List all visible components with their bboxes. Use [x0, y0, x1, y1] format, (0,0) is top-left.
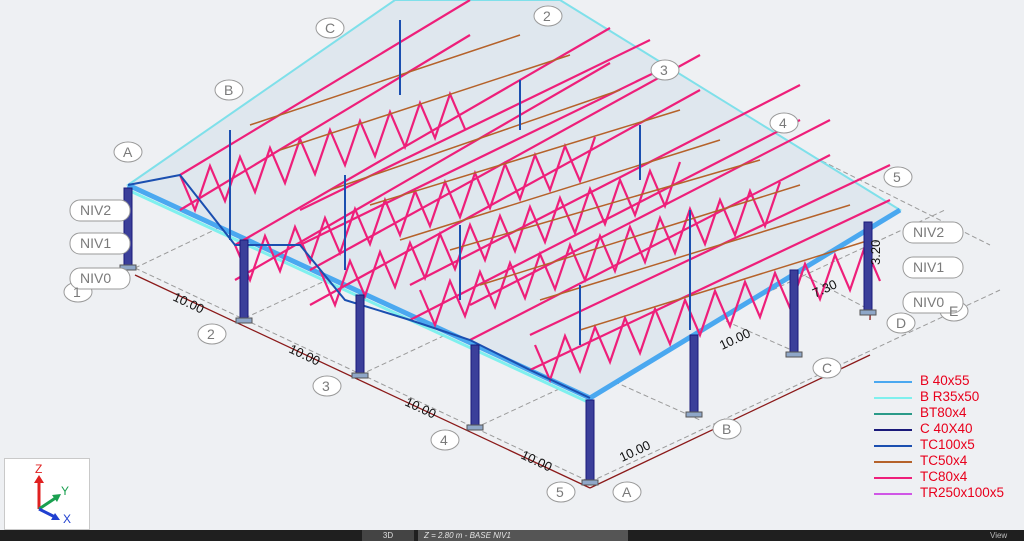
axis-triad[interactable]: Z Y X: [4, 458, 90, 530]
legend-swatch: [874, 477, 912, 479]
legend-swatch: [874, 445, 912, 447]
legend-label: TC50x4: [920, 453, 968, 468]
legend-label: TC80x4: [920, 469, 968, 484]
grid-label-c-top: C: [325, 20, 335, 36]
level-niv1-right: NIV1: [913, 259, 944, 275]
legend-label: B R35x50: [920, 389, 980, 404]
model-viewport[interactable]: A B C 2 3 4 5 1 2 3 4 5 A B C D E NIV2 N…: [0, 0, 1024, 530]
legend-row: B R35x50: [872, 389, 1022, 405]
axis-y-label: Y: [61, 484, 69, 498]
legend-swatch: [874, 397, 912, 399]
axis-z-label: Z: [35, 462, 42, 476]
legend-label: B 40x55: [920, 373, 970, 388]
grid-label-2-top: 2: [543, 8, 551, 24]
grid-label-1: 1: [73, 284, 81, 300]
legend-label: BT80x4: [920, 405, 967, 420]
grid-label-4-top: 4: [779, 115, 787, 131]
legend-swatch: [874, 429, 912, 431]
grid-label-e: E: [949, 303, 958, 319]
legend-swatch: [874, 381, 912, 383]
level-niv0-left: NIV0: [80, 270, 111, 286]
dim-depth: 7.30: [810, 276, 839, 300]
legend-row: TC50x4: [872, 453, 1022, 469]
grid-label-3: 3: [322, 378, 330, 394]
grid-label-a-top: A: [123, 144, 133, 160]
grid-label-b-top: B: [224, 82, 233, 98]
axis-triad-icon: Z Y X: [34, 462, 71, 526]
axis-x-label: X: [63, 512, 71, 526]
grid-label-2: 2: [207, 326, 215, 342]
view-3d-tab[interactable]: 3D: [362, 530, 414, 541]
section-legend: B 40x55 B R35x50 BT80x4 C 40X40 TC100x5 …: [872, 373, 1022, 501]
legend-row: BT80x4: [872, 405, 1022, 421]
legend-label: TR250x100x5: [920, 485, 1005, 500]
legend-label: C 40X40: [920, 421, 973, 436]
dim-span-3: 10.00: [403, 394, 439, 421]
grid-label-4: 4: [440, 432, 448, 448]
legend-row: C 40X40: [872, 421, 1022, 437]
roof-deck: [125, 0, 902, 405]
grid-label-5: 5: [556, 484, 564, 500]
status-bar: 3D Z = 2.80 m - BASE NIV1 View: [0, 530, 1024, 541]
level-niv2-left: NIV2: [80, 202, 111, 218]
legend-swatch: [874, 413, 912, 415]
grid-label-3-top: 3: [660, 62, 668, 78]
structure-3d-view[interactable]: A B C 2 3 4 5 1 2 3 4 5 A B C D E NIV2 N…: [0, 0, 1024, 530]
legend-row: TR250x100x5: [872, 485, 1022, 501]
level-niv2-right: NIV2: [913, 224, 944, 240]
view-label[interactable]: View: [990, 530, 1018, 541]
level-niv0-right: NIV0: [913, 294, 944, 310]
legend-row: TC100x5: [872, 437, 1022, 453]
grid-label-b: B: [722, 421, 731, 437]
dim-span-2: 10.00: [287, 341, 323, 368]
dim-span-4: 10.00: [519, 447, 555, 474]
z-level-info: Z = 2.80 m - BASE NIV1: [418, 530, 628, 541]
grid-label-d: D: [896, 315, 906, 331]
level-niv1-left: NIV1: [80, 235, 111, 251]
legend-label: TC100x5: [920, 437, 975, 452]
grid-label-5-top: 5: [893, 169, 901, 185]
legend-row: TC80x4: [872, 469, 1022, 485]
legend-swatch: [874, 461, 912, 463]
dim-height: 3.20: [868, 240, 883, 265]
dim-span-6: 10.00: [717, 325, 753, 352]
legend-swatch: [874, 493, 912, 495]
grid-label-c: C: [822, 360, 832, 376]
grid-label-a: A: [622, 484, 632, 500]
legend-row: B 40x55: [872, 373, 1022, 389]
